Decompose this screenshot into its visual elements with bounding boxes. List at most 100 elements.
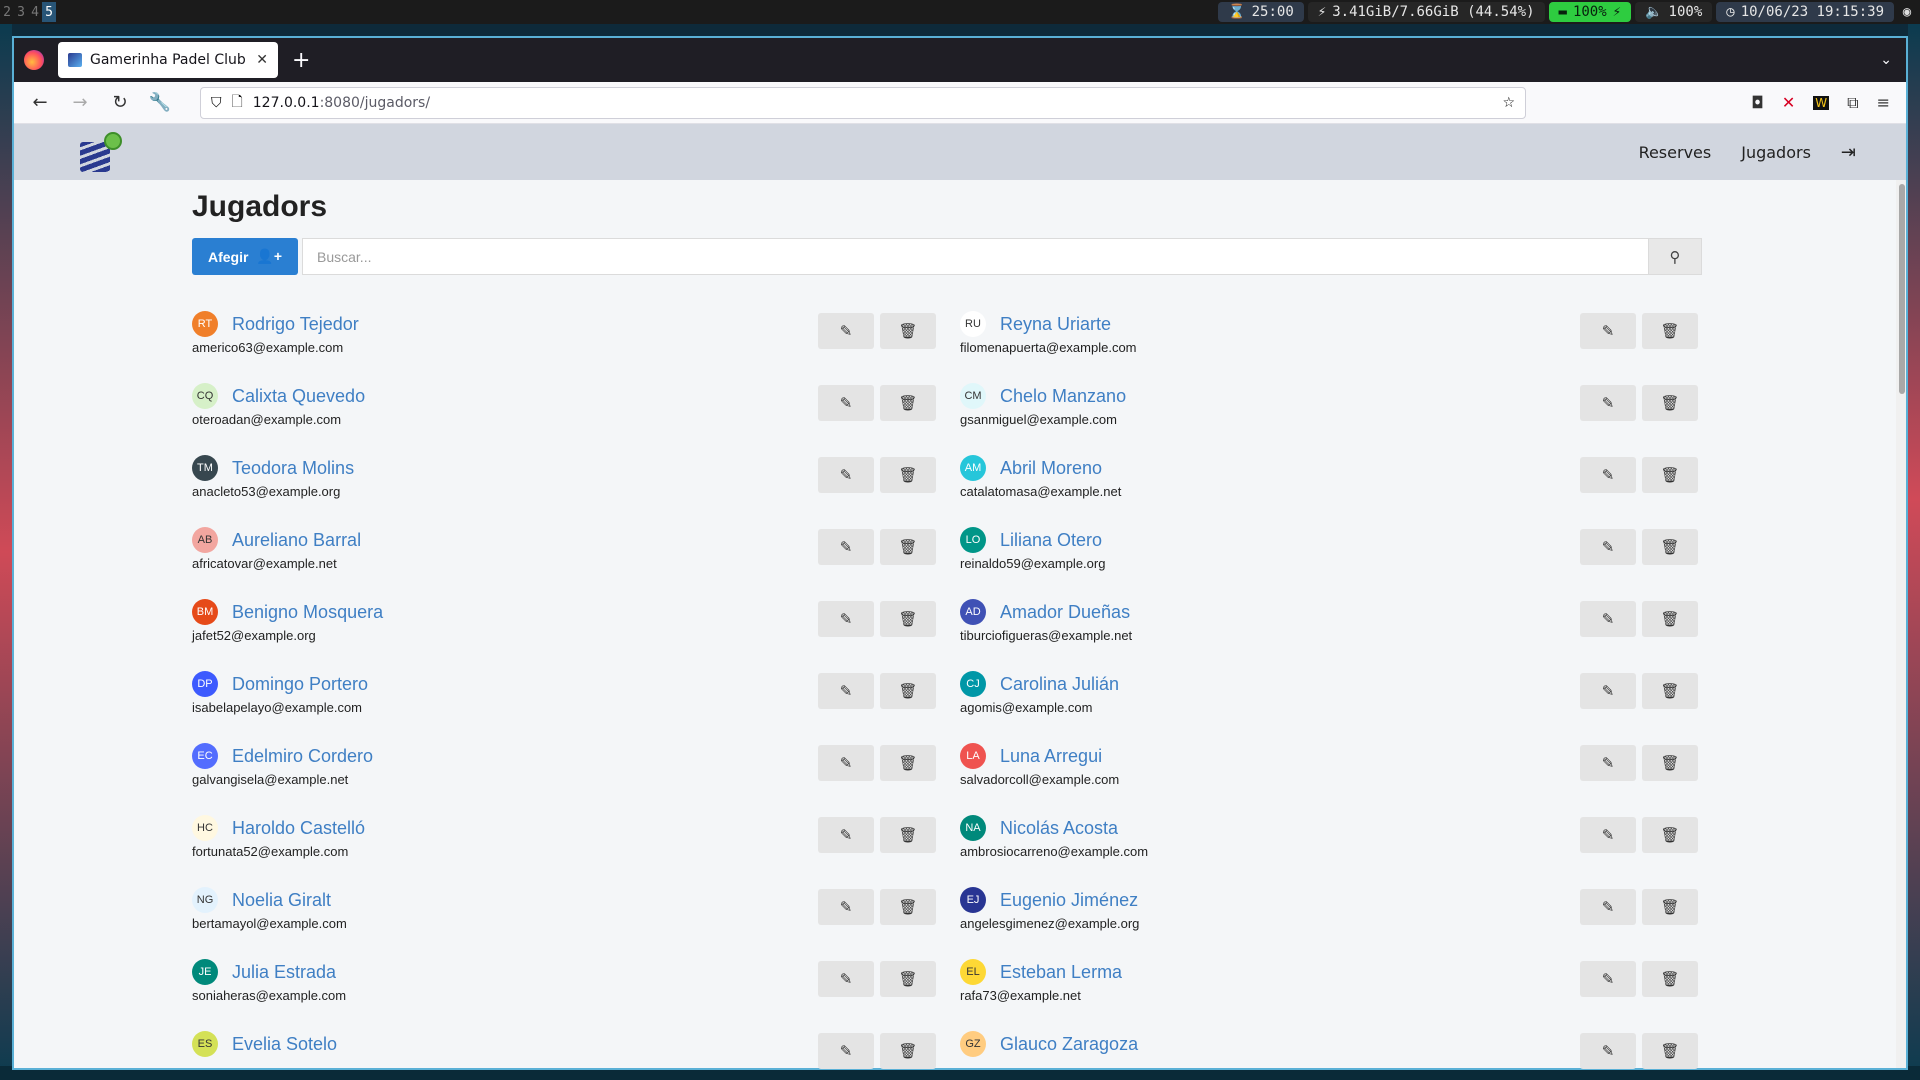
edit-player-button[interactable]: ✎ xyxy=(1580,457,1636,493)
edit-player-button[interactable]: ✎ xyxy=(1580,529,1636,565)
player-name-link[interactable]: Calixta Quevedo xyxy=(232,386,365,407)
edit-player-button[interactable]: ✎ xyxy=(818,673,874,709)
player-name-link[interactable]: Benigno Mosquera xyxy=(232,602,383,623)
extensions-puzzle-icon[interactable]: ⧉ xyxy=(1847,93,1858,113)
delete-player-button[interactable]: 🗑 xyxy=(1642,889,1698,925)
edit-player-button[interactable]: ✎ xyxy=(818,817,874,853)
menu-hamburger-icon[interactable]: ≡ xyxy=(1877,93,1890,112)
delete-player-button[interactable]: 🗑 xyxy=(880,817,936,853)
wrench-icon[interactable]: 🔧 xyxy=(144,87,176,119)
nav-jugadors[interactable]: Jugadors xyxy=(1741,143,1811,162)
delete-player-button[interactable]: 🗑 xyxy=(1642,457,1698,493)
edit-player-button[interactable]: ✎ xyxy=(1580,313,1636,349)
workspace-3[interactable]: 3 xyxy=(14,2,28,22)
edit-player-button[interactable]: ✎ xyxy=(818,313,874,349)
edit-player-button[interactable]: ✎ xyxy=(1580,745,1636,781)
new-tab-button[interactable]: + xyxy=(292,48,310,73)
delete-player-button[interactable]: 🗑 xyxy=(1642,313,1698,349)
delete-player-button[interactable]: 🗑 xyxy=(880,961,936,997)
delete-player-button[interactable]: 🗑 xyxy=(1642,601,1698,637)
search-button[interactable]: ⚲ xyxy=(1648,238,1702,275)
delete-player-button[interactable]: 🗑 xyxy=(880,889,936,925)
player-name-link[interactable]: Eugenio Jiménez xyxy=(1000,890,1138,911)
delete-player-button[interactable]: 🗑 xyxy=(880,385,936,421)
ublock-red-x-icon[interactable]: ✕ xyxy=(1782,93,1795,112)
edit-player-button[interactable]: ✎ xyxy=(818,601,874,637)
edit-player-button[interactable]: ✎ xyxy=(1580,889,1636,925)
scrollbar-thumb[interactable] xyxy=(1899,184,1905,394)
tab-gamerinha[interactable]: Gamerinha Padel Club ✕ xyxy=(58,42,278,78)
delete-player-button[interactable]: 🗑 xyxy=(1642,673,1698,709)
delete-player-button[interactable]: 🗑 xyxy=(880,745,936,781)
delete-player-button[interactable]: 🗑 xyxy=(880,601,936,637)
player-name-link[interactable]: Glauco Zaragoza xyxy=(1000,1034,1138,1055)
player-name-link[interactable]: Evelia Sotelo xyxy=(232,1034,337,1055)
player-name-link[interactable]: Julia Estrada xyxy=(232,962,336,983)
page-icon[interactable]: 🗋 xyxy=(232,91,243,115)
delete-player-button[interactable]: 🗑 xyxy=(1642,961,1698,997)
back-button[interactable]: ← xyxy=(24,87,56,119)
player-name-link[interactable]: Esteban Lerma xyxy=(1000,962,1122,983)
delete-player-button[interactable]: 🗑 xyxy=(880,1033,936,1069)
player-name-link[interactable]: Carolina Julián xyxy=(1000,674,1119,695)
delete-player-button[interactable]: 🗑 xyxy=(1642,1033,1698,1069)
volume-widget[interactable]: 🔈 100% xyxy=(1635,2,1713,22)
edit-player-button[interactable]: ✎ xyxy=(818,961,874,997)
player-name-link[interactable]: Domingo Portero xyxy=(232,674,368,695)
player-name-link[interactable]: Aureliano Barral xyxy=(232,530,361,551)
url-bar[interactable]: ⛉ 🗋 127.0.0.1 :8080/jugadors/ ☆ xyxy=(200,86,1526,119)
edit-player-button[interactable]: ✎ xyxy=(1580,817,1636,853)
discord-tray-icon[interactable]: ◉ xyxy=(1898,2,1916,22)
player-name-link[interactable]: Chelo Manzano xyxy=(1000,386,1126,407)
delete-player-button[interactable]: 🗑 xyxy=(880,313,936,349)
edit-player-button[interactable]: ✎ xyxy=(1580,1033,1636,1069)
player-name-link[interactable]: Luna Arregui xyxy=(1000,746,1102,767)
player-name-link[interactable]: Liliana Otero xyxy=(1000,530,1102,551)
player-name-link[interactable]: Abril Moreno xyxy=(1000,458,1102,479)
url-text[interactable]: 127.0.0.1 :8080/jugadors/ xyxy=(253,95,1493,111)
search-input[interactable]: Buscar... xyxy=(302,238,1648,275)
logout-icon[interactable]: ⇥ xyxy=(1841,142,1856,163)
club-logo[interactable] xyxy=(80,132,124,172)
list-tabs-chevron-icon[interactable]: ⌄ xyxy=(1880,52,1892,68)
delete-player-button[interactable]: 🗑 xyxy=(880,457,936,493)
player-name-link[interactable]: Haroldo Castelló xyxy=(232,818,365,839)
edit-player-button[interactable]: ✎ xyxy=(1580,601,1636,637)
bookmark-star-icon[interactable]: ☆ xyxy=(1502,95,1515,111)
close-tab-icon[interactable]: ✕ xyxy=(256,52,268,68)
delete-player-button[interactable]: 🗑 xyxy=(1642,385,1698,421)
timer-widget[interactable]: ⌛ 25:00 xyxy=(1218,2,1304,22)
player-name-link[interactable]: Amador Dueñas xyxy=(1000,602,1130,623)
edit-player-button[interactable]: ✎ xyxy=(818,889,874,925)
pocket-icon[interactable]: ◘ xyxy=(1751,93,1764,112)
workspace-4[interactable]: 4 xyxy=(28,2,42,22)
edit-player-button[interactable]: ✎ xyxy=(818,529,874,565)
delete-player-button[interactable]: 🗑 xyxy=(880,529,936,565)
player-name-link[interactable]: Rodrigo Tejedor xyxy=(232,314,359,335)
edit-player-button[interactable]: ✎ xyxy=(1580,385,1636,421)
edit-player-button[interactable]: ✎ xyxy=(1580,673,1636,709)
edit-player-button[interactable]: ✎ xyxy=(818,457,874,493)
delete-player-button[interactable]: 🗑 xyxy=(1642,745,1698,781)
edit-player-button[interactable]: ✎ xyxy=(1580,961,1636,997)
player-name-link[interactable]: Nicolás Acosta xyxy=(1000,818,1118,839)
edit-player-button[interactable]: ✎ xyxy=(818,745,874,781)
workspace-5[interactable]: 5 xyxy=(42,2,56,22)
forward-button[interactable]: → xyxy=(64,87,96,119)
edit-player-button[interactable]: ✎ xyxy=(818,1033,874,1069)
add-player-button[interactable]: Afegir 👤+ xyxy=(192,238,298,275)
player-name-link[interactable]: Noelia Giralt xyxy=(232,890,331,911)
shield-icon[interactable]: ⛉ xyxy=(211,95,222,111)
delete-player-button[interactable]: 🗑 xyxy=(880,673,936,709)
player-name-link[interactable]: Reyna Uriarte xyxy=(1000,314,1111,335)
page-scrollbar[interactable] xyxy=(1896,180,1906,1068)
wakatime-icon[interactable]: W xyxy=(1813,95,1830,110)
edit-player-button[interactable]: ✎ xyxy=(818,385,874,421)
player-name-link[interactable]: Edelmiro Cordero xyxy=(232,746,373,767)
firefox-icon[interactable] xyxy=(24,50,44,70)
player-name-link[interactable]: Teodora Molins xyxy=(232,458,354,479)
workspace-2[interactable]: 2 xyxy=(0,2,14,22)
reload-button[interactable]: ↻ xyxy=(104,87,136,119)
delete-player-button[interactable]: 🗑 xyxy=(1642,529,1698,565)
nav-reserves[interactable]: Reserves xyxy=(1639,143,1712,162)
